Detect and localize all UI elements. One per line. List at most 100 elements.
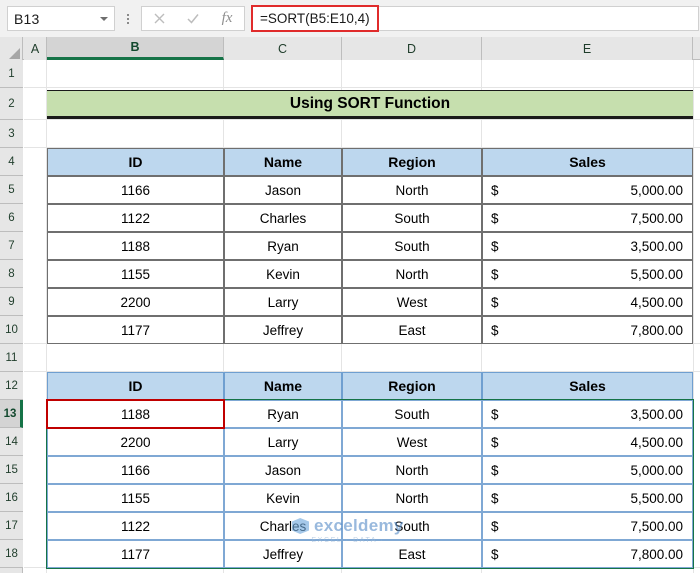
- table-cell-region[interactable]: West: [342, 428, 482, 456]
- table-cell-name[interactable]: Ryan: [224, 400, 342, 428]
- table-cell-region[interactable]: South: [342, 204, 482, 232]
- row-header-6[interactable]: 6: [0, 204, 23, 232]
- formula-input[interactable]: =SORT(B5:E10,4): [251, 5, 379, 32]
- select-all-corner[interactable]: [0, 37, 23, 60]
- table-cell-name[interactable]: Jason: [224, 176, 342, 204]
- table-cell-sales[interactable]: $ 3,500.00: [482, 232, 693, 260]
- row-header-10[interactable]: 10: [0, 316, 23, 344]
- row-header-8[interactable]: 8: [0, 260, 23, 288]
- table-cell-sales[interactable]: $ 7,800.00: [482, 316, 693, 344]
- sales-amount: 4,500.00: [499, 295, 683, 310]
- row-header-7[interactable]: 7: [0, 232, 23, 260]
- table-cell-id[interactable]: 1166: [47, 456, 224, 484]
- row-header-1[interactable]: 1: [0, 60, 23, 88]
- row-header-16[interactable]: 16: [0, 484, 23, 512]
- table-cell-id[interactable]: 2200: [47, 288, 224, 316]
- source-header-id: ID: [47, 148, 224, 176]
- worksheet-grid[interactable]: Using SORT Function ID Name Region Sales…: [24, 60, 700, 573]
- table-cell-region[interactable]: North: [342, 484, 482, 512]
- row-header-2[interactable]: 2: [0, 88, 23, 120]
- currency-symbol: $: [491, 463, 499, 478]
- currency-symbol: $: [491, 239, 499, 254]
- row-header-band: 1 2 3 4 5 6 7 8 9 10 11 12 13 14 15 16 1…: [0, 60, 23, 573]
- table-cell-name[interactable]: Charles: [224, 204, 342, 232]
- name-box-value: B13: [14, 11, 100, 27]
- currency-symbol: $: [491, 323, 499, 338]
- gridline: [693, 60, 694, 573]
- row-header-4[interactable]: 4: [0, 148, 23, 176]
- column-header-e[interactable]: E: [482, 37, 693, 60]
- name-box[interactable]: B13: [7, 6, 115, 31]
- table-cell-sales[interactable]: $ 4,500.00: [482, 428, 693, 456]
- check-icon[interactable]: [179, 7, 207, 30]
- table-cell-sales[interactable]: $ 5,500.00: [482, 484, 693, 512]
- table-cell-id[interactable]: 1177: [47, 540, 224, 568]
- table-cell-sales[interactable]: $ 5,000.00: [482, 176, 693, 204]
- cancel-x-icon[interactable]: [145, 7, 173, 30]
- table-cell-sales[interactable]: $ 7,500.00: [482, 204, 693, 232]
- table-cell-id[interactable]: 1188: [47, 232, 224, 260]
- table-cell-name[interactable]: Kevin: [224, 484, 342, 512]
- sales-amount: 3,500.00: [499, 239, 683, 254]
- currency-symbol: $: [491, 267, 499, 282]
- table-cell-name[interactable]: Charles: [224, 512, 342, 540]
- table-cell-id[interactable]: 1155: [47, 260, 224, 288]
- table-cell-id[interactable]: 1122: [47, 204, 224, 232]
- row-header-12[interactable]: 12: [0, 372, 23, 400]
- table-cell-sales[interactable]: $ 3,500.00: [482, 400, 693, 428]
- row-header-9[interactable]: 9: [0, 288, 23, 316]
- row-header-13[interactable]: 13: [0, 400, 23, 428]
- table-cell-name[interactable]: Larry: [224, 288, 342, 316]
- table-cell-region[interactable]: South: [342, 232, 482, 260]
- table-cell-name[interactable]: Ryan: [224, 232, 342, 260]
- table-cell-name[interactable]: Larry: [224, 428, 342, 456]
- row-header-15[interactable]: 15: [0, 456, 23, 484]
- table-cell-sales[interactable]: $ 7,500.00: [482, 512, 693, 540]
- table-cell-region[interactable]: North: [342, 176, 482, 204]
- table-cell-id[interactable]: 1188: [47, 400, 224, 428]
- table-cell-region[interactable]: South: [342, 512, 482, 540]
- row-header-18[interactable]: 18: [0, 540, 23, 568]
- table-cell-sales[interactable]: $ 5,000.00: [482, 456, 693, 484]
- fx-icon[interactable]: fx: [213, 7, 241, 30]
- table-cell-region[interactable]: West: [342, 288, 482, 316]
- table-cell-region[interactable]: North: [342, 260, 482, 288]
- row-header-3[interactable]: 3: [0, 120, 23, 148]
- result-header-sales: Sales: [482, 372, 693, 400]
- table-cell-name[interactable]: Jeffrey: [224, 316, 342, 344]
- table-cell-region[interactable]: East: [342, 316, 482, 344]
- row-header-11[interactable]: 11: [0, 344, 23, 372]
- table-cell-sales[interactable]: $ 7,800.00: [482, 540, 693, 568]
- table-cell-region[interactable]: East: [342, 540, 482, 568]
- table-cell-region[interactable]: North: [342, 456, 482, 484]
- row-header-5[interactable]: 5: [0, 176, 23, 204]
- row-header-14[interactable]: 14: [0, 428, 23, 456]
- formula-bar: B13 fx =SORT(B5:E10,4): [0, 0, 700, 37]
- table-cell-id[interactable]: 2200: [47, 428, 224, 456]
- row-header-17[interactable]: 17: [0, 512, 23, 540]
- table-cell-sales[interactable]: $ 5,500.00: [482, 260, 693, 288]
- currency-symbol: $: [491, 211, 499, 226]
- sales-amount: 3,500.00: [499, 407, 683, 422]
- currency-symbol: $: [491, 183, 499, 198]
- table-cell-id[interactable]: 1155: [47, 484, 224, 512]
- table-cell-name[interactable]: Kevin: [224, 260, 342, 288]
- table-cell-id[interactable]: 1177: [47, 316, 224, 344]
- sales-amount: 7,800.00: [499, 323, 683, 338]
- table-cell-region[interactable]: South: [342, 400, 482, 428]
- result-header-name: Name: [224, 372, 342, 400]
- formula-value: =SORT(B5:E10,4): [260, 11, 370, 26]
- column-header-d[interactable]: D: [342, 37, 482, 60]
- formula-bar-remainder[interactable]: [379, 6, 699, 31]
- column-header-a[interactable]: A: [24, 37, 47, 60]
- chevron-down-icon[interactable]: [100, 17, 108, 21]
- column-header-c[interactable]: C: [224, 37, 342, 60]
- sales-amount: 7,500.00: [499, 211, 683, 226]
- table-cell-id[interactable]: 1166: [47, 176, 224, 204]
- column-header-b[interactable]: B: [47, 37, 224, 60]
- table-cell-name[interactable]: Jason: [224, 456, 342, 484]
- table-cell-sales[interactable]: $ 4,500.00: [482, 288, 693, 316]
- table-cell-name[interactable]: Jeffrey: [224, 540, 342, 568]
- currency-symbol: $: [491, 491, 499, 506]
- table-cell-id[interactable]: 1122: [47, 512, 224, 540]
